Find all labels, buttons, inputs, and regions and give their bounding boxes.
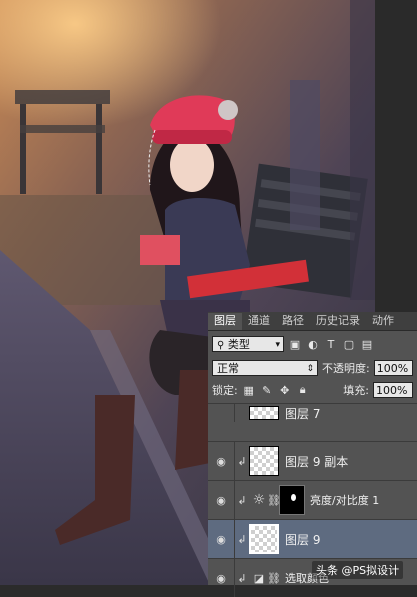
filter-kind-value: 类型 [227,338,250,351]
fill-label: 填充: [343,384,369,397]
adjustment-filter-icon[interactable]: ◐ [306,337,320,351]
eye-icon[interactable]: ◉ [208,481,235,519]
layer-thumbnail [249,524,279,554]
layer-row-9-selected[interactable]: ◉ ↲ 图层 9 [208,519,417,558]
filter-row: ⚲ 类型 ▾ ▣ ◐ T ▢ ▤ [208,331,417,357]
layer-thumbnail [249,406,279,420]
layer-row-9-copy[interactable]: ◉ ↲ 图层 9 副本 [208,441,417,480]
layer-name: 图层 7 [285,406,321,421]
eye-icon[interactable]: ◉ [208,442,235,480]
tab-history[interactable]: 历史记录 [310,313,366,330]
layer-name: 图层 9 [285,532,321,547]
visibility-toggle-off[interactable] [208,404,235,422]
smart-object-filter-icon[interactable]: ▤ [360,337,374,351]
layer-name: 亮度/对比度 1 [310,494,380,507]
eye-icon[interactable]: ◉ [208,559,235,597]
tab-actions[interactable]: 动作 [366,313,400,330]
selective-color-icon: ◪ [253,571,265,585]
tab-channels[interactable]: 通道 [242,313,276,330]
lock-label: 锁定: [212,384,238,397]
lock-position-icon[interactable]: ✥ [278,383,292,397]
shape-filter-icon[interactable]: ▢ [342,337,356,351]
chain-link-icon: ⛓︎ [267,571,281,585]
layer-row-brightness-contrast[interactable]: ◉ ↲ ☼ ⛓︎ 亮度/对比度 1 [208,480,417,519]
clip-arrow-icon: ↲ [237,571,247,585]
chevron-down-icon: ▾ [275,340,280,350]
brightness-contrast-icon: ☼ [252,492,266,508]
type-filter-icon[interactable]: T [324,337,338,351]
watermark: 头条 @PS拟设计 [312,561,404,579]
blend-mode-select[interactable]: 正常 ⇕ [212,360,318,376]
layer-thumbnail [249,446,279,476]
layer-name: 图层 9 副本 [285,454,349,469]
clip-arrow-icon: ↲ [237,493,247,507]
layer-list: 图层 7 ◉ ↲ 图层 9 副本 ◉ ↲ ☼ ⛓︎ 亮度/对比度 1 ◉ ↲ 图… [208,403,417,597]
fill-input[interactable]: 100% [373,382,413,398]
opacity-label: 不透明度: [321,362,370,375]
image-filter-icon[interactable]: ▣ [288,337,302,351]
tab-paths[interactable]: 路径 [276,313,310,330]
layers-panel: 图层 通道 路径 历史记录 动作 ⚲ 类型 ▾ ▣ ◐ T ▢ ▤ 正常 ⇕ 不… [208,312,417,597]
blend-row: 正常 ⇕ 不透明度: 100% [208,357,417,379]
chain-link-icon: ⛓︎ [267,493,281,507]
layer-row-7[interactable]: 图层 7 [208,403,417,422]
eye-icon[interactable]: ◉ [208,520,235,558]
filter-kind-select[interactable]: ⚲ 类型 ▾ [212,336,284,352]
search-icon: ⚲ [217,340,225,351]
opacity-input[interactable]: 100% [373,360,413,376]
lock-paint-icon[interactable]: ✎ [260,383,274,397]
lock-all-icon[interactable]: 🔒︎ [296,383,310,397]
layer-mask-thumbnail[interactable] [279,485,305,515]
blend-mode-value: 正常 [217,362,239,375]
blend-mode-chevron-icon: ⇕ [306,364,314,374]
clip-arrow-icon: ↲ [237,454,247,468]
lock-row: 锁定: ▦ ✎ ✥ 🔒︎ 填充: 100% [208,379,417,401]
clip-arrow-icon: ↲ [237,532,247,546]
lock-transparent-icon[interactable]: ▦ [242,383,256,397]
tab-layers[interactable]: 图层 [208,313,242,330]
panel-tab-bar: 图层 通道 路径 历史记录 动作 [208,312,417,331]
